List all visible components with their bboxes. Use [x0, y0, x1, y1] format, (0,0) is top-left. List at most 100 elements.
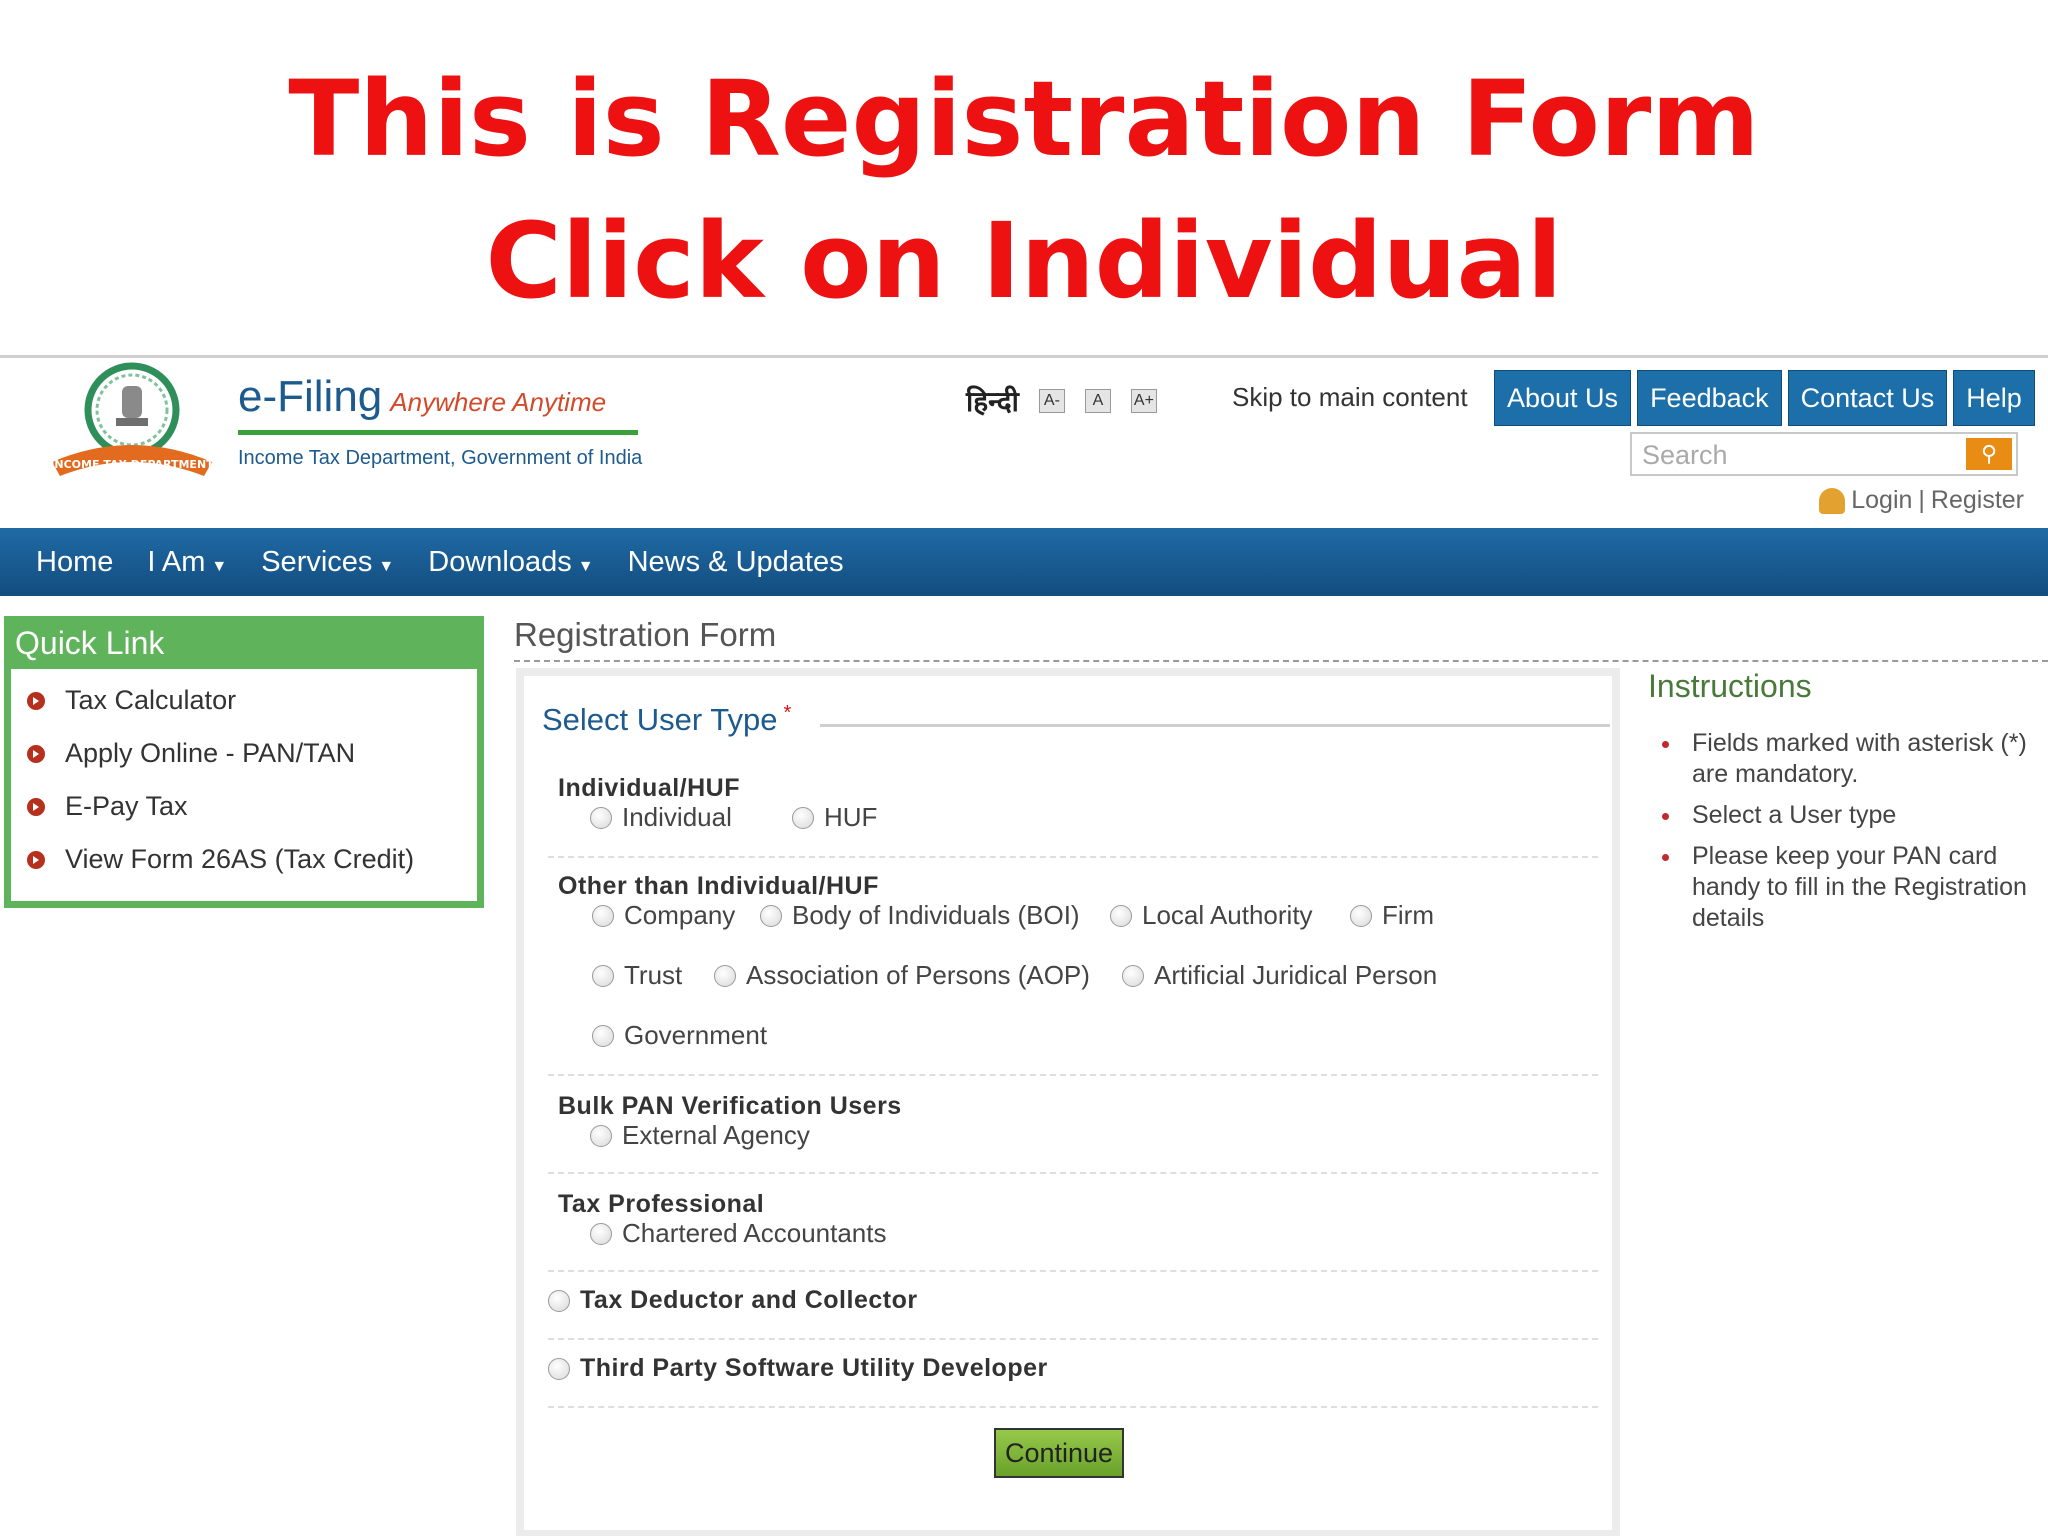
login-separator: | — [1918, 486, 1925, 514]
chevron-down-icon: ▼ — [577, 557, 594, 575]
font-increase-button[interactable]: A+ — [1130, 389, 1157, 413]
quick-link-apply-pan-tan[interactable]: Apply Online - PAN/TAN — [27, 738, 477, 769]
about-us-button[interactable]: About Us — [1494, 370, 1632, 426]
radio-button[interactable] — [760, 904, 782, 927]
font-normal-button[interactable]: A — [1084, 389, 1111, 413]
radio-third-party-software-developer[interactable]: Third Party Software Utility Developer — [548, 1354, 1048, 1383]
quick-link-e-pay-tax[interactable]: E-Pay Tax — [27, 791, 477, 822]
option-label: Local Authority — [1142, 900, 1313, 930]
radio-boi[interactable]: Body of Individuals (BOI) — [760, 900, 1080, 931]
quick-link-panel: Quick Link Tax Calculator Apply Online -… — [4, 616, 484, 908]
group-bulk-pan-verification: Bulk PAN Verification Users — [558, 1092, 902, 1121]
brand-tagline: Anywhere Anytime — [390, 387, 607, 417]
radio-button[interactable] — [714, 964, 736, 987]
option-label: Individual — [622, 802, 732, 832]
radio-button[interactable] — [792, 806, 814, 829]
group-separator — [548, 1270, 1598, 1272]
register-link[interactable]: Register — [1931, 486, 2024, 515]
headline: This is Registration Form Click on Indiv… — [0, 48, 2048, 332]
brand-subtitle: Income Tax Department, Government of Ind… — [238, 447, 643, 469]
group-title: Individual/HUF — [558, 774, 740, 802]
option-label: Association of Persons (AOP) — [746, 960, 1090, 990]
instruction-item: Fields marked with asterisk (*) are mand… — [1660, 728, 2038, 790]
radio-button[interactable] — [1122, 964, 1144, 987]
group-tax-professional: Tax Professional — [558, 1190, 764, 1219]
radio-individual[interactable]: Individual — [590, 802, 732, 833]
nav-news-updates-label: News & Updates — [627, 545, 844, 578]
login-link[interactable]: Login — [1851, 486, 1912, 515]
radio-button[interactable] — [592, 904, 614, 927]
option-label: Company — [624, 900, 736, 930]
radio-chartered-accountants[interactable]: Chartered Accountants — [590, 1218, 887, 1249]
quick-link-title: Quick Link — [11, 623, 477, 669]
radio-button[interactable] — [590, 1124, 612, 1147]
option-label: Chartered Accountants — [622, 1218, 887, 1248]
radio-huf[interactable]: HUF — [792, 802, 877, 833]
radio-artificial-juridical-person[interactable]: Artificial Juridical Person — [1122, 960, 1437, 991]
radio-button[interactable] — [1110, 904, 1132, 927]
quick-link-label: Apply Online - PAN/TAN — [65, 738, 356, 768]
required-asterisk: * — [783, 702, 792, 724]
radio-button[interactable] — [590, 806, 612, 829]
site-header: INCOME TAX DEPARTMENT e-Filing Anywhere A… — [0, 358, 2048, 528]
nav-i-am-label: I Am — [147, 545, 206, 578]
group-separator — [548, 1172, 1598, 1174]
nav-i-am[interactable]: I Am ▼ — [147, 546, 227, 579]
radio-external-agency[interactable]: External Agency — [590, 1120, 810, 1151]
quick-link-tax-calculator[interactable]: Tax Calculator — [27, 685, 477, 716]
radio-trust[interactable]: Trust — [592, 960, 682, 991]
top-nav: About Us Feedback Contact Us Help — [1494, 370, 2035, 426]
contact-us-button[interactable]: Contact Us — [1787, 370, 1948, 426]
title-divider — [514, 660, 2048, 662]
option-label: Tax Deductor and Collector — [580, 1286, 918, 1314]
language-tools: हिन्दी A- A A+ — [966, 382, 1157, 420]
hindi-language-link[interactable]: हिन्दी — [966, 382, 1019, 420]
nav-downloads-label: Downloads — [428, 545, 572, 578]
skip-to-main-link[interactable]: Skip to main content — [1232, 382, 1468, 413]
quick-link-label: View Form 26AS (Tax Credit) — [65, 844, 415, 874]
brand-title: e-Filing — [238, 372, 383, 421]
nav-home-label: Home — [36, 545, 114, 578]
quick-link-label: Tax Calculator — [65, 685, 237, 715]
select-user-type-label: Select User Type — [542, 702, 778, 737]
nav-news-updates[interactable]: News & Updates — [628, 546, 844, 579]
radio-tax-deductor-collector[interactable]: Tax Deductor and Collector — [548, 1286, 918, 1315]
continue-button[interactable]: Continue — [994, 1428, 1124, 1478]
brand-divider — [238, 430, 638, 435]
group-separator — [548, 856, 1598, 858]
brand[interactable]: e-Filing Anywhere Anytime Income Tax Depa… — [238, 372, 642, 470]
radio-button[interactable] — [1350, 904, 1372, 927]
chevron-down-icon: ▼ — [378, 557, 395, 575]
radio-aop[interactable]: Association of Persons (AOP) — [714, 960, 1090, 991]
option-label: Third Party Software Utility Developer — [580, 1354, 1048, 1382]
main-nav: Home I Am ▼ Services ▼ Downloads ▼ News & U… — [0, 528, 2048, 596]
help-button[interactable]: Help — [1953, 370, 2035, 426]
registration-form-title: Registration Form — [514, 616, 777, 653]
font-decrease-button[interactable]: A- — [1038, 389, 1065, 413]
radio-firm[interactable]: Firm — [1350, 900, 1434, 931]
radio-button[interactable] — [592, 964, 614, 987]
radio-company[interactable]: Company — [592, 900, 735, 931]
radio-button[interactable] — [548, 1289, 570, 1312]
radio-local-authority[interactable]: Local Authority — [1110, 900, 1313, 931]
radio-button[interactable] — [590, 1222, 612, 1245]
arrow-bullet-icon — [27, 744, 45, 763]
headline-line-1: This is Registration Form — [288, 58, 1760, 180]
nav-downloads[interactable]: Downloads ▼ — [428, 546, 593, 579]
quick-link-form-26as[interactable]: View Form 26AS (Tax Credit) — [27, 844, 477, 875]
nav-home[interactable]: Home — [36, 546, 113, 579]
radio-government[interactable]: Government — [592, 1020, 767, 1051]
headline-line-2: Click on Individual — [485, 200, 1563, 322]
feedback-button[interactable]: Feedback — [1637, 370, 1782, 426]
radio-button[interactable] — [548, 1357, 570, 1380]
search-icon[interactable]: ⚲ — [1966, 438, 2012, 470]
efiling-site: INCOME TAX DEPARTMENT e-Filing Anywhere A… — [0, 355, 2048, 1536]
option-label: HUF — [824, 802, 878, 832]
login-register: Login | Register — [1819, 486, 2024, 515]
radio-button[interactable] — [592, 1024, 614, 1047]
group-title: Tax Professional — [558, 1190, 765, 1218]
nav-services-label: Services — [261, 545, 373, 578]
nav-services[interactable]: Services ▼ — [261, 546, 394, 579]
arrow-bullet-icon — [27, 850, 45, 869]
search-input[interactable]: Search ⚲ — [1630, 432, 2018, 476]
